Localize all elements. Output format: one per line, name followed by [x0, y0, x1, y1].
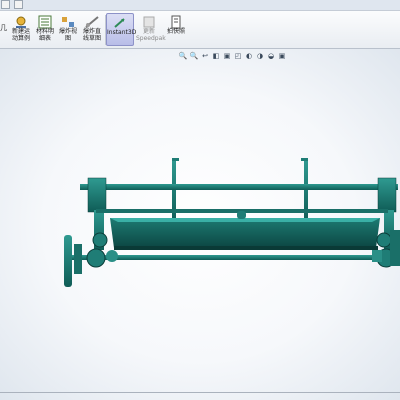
exploded-view-icon: [62, 17, 74, 27]
command-manager-ribbon: 几 新建运 动算例 材料明 细表 爆炸视 图 爆炸直 线草图 Instant3D: [0, 11, 400, 49]
left-gear: [86, 248, 106, 268]
print-icon[interactable]: [14, 0, 23, 9]
center-knob: [237, 211, 246, 219]
support-post-left: [172, 159, 176, 223]
instant3d-button[interactable]: Instant3D: [106, 13, 137, 46]
motion-study-icon: [16, 16, 26, 28]
bill-of-materials-icon: [38, 15, 52, 29]
update-speedpak-button[interactable]: 更新 Speedpak: [136, 13, 166, 46]
explode-line-sketch-label: 爆炸直 线草图: [82, 28, 101, 42]
new-motion-study-button[interactable]: 新建运 动算例: [8, 13, 34, 46]
bill-of-materials-label: 材料明 细表: [35, 28, 54, 42]
take-snapshot-label: 拍快照: [166, 28, 185, 35]
bill-of-materials-button[interactable]: 材料明 细表: [34, 13, 56, 46]
exploded-view-label: 爆炸视 图: [58, 28, 77, 42]
new-motion-study-label: 新建运 动算例: [11, 28, 30, 42]
right-side-frame: [377, 177, 397, 213]
instant3d-icon: [114, 18, 125, 28]
explode-line-sketch-icon: [85, 16, 99, 28]
trough-body: [110, 218, 380, 248]
assembly-model[interactable]: [0, 49, 400, 400]
support-post-right: [304, 160, 308, 223]
quick-access-toolbar: [0, 0, 400, 11]
exploded-view-button[interactable]: 爆炸视 图: [57, 13, 79, 46]
take-snapshot-button[interactable]: 拍快照: [165, 13, 187, 46]
take-snapshot-icon: [171, 15, 181, 29]
instant3d-label: Instant3D: [107, 29, 137, 36]
update-speedpak-label: 更新 Speedpak: [136, 28, 166, 42]
top-rail: [80, 184, 398, 190]
update-speedpak-icon: [143, 16, 155, 28]
viewport-bottom-edge: [0, 392, 400, 393]
save-icon[interactable]: [1, 0, 10, 9]
left-handwheel: [64, 235, 72, 287]
ribbon-left-edge-label: 几: [0, 24, 7, 32]
left-side-frame: [87, 177, 107, 213]
explode-line-sketch-button[interactable]: 爆炸直 线草图: [80, 13, 104, 46]
